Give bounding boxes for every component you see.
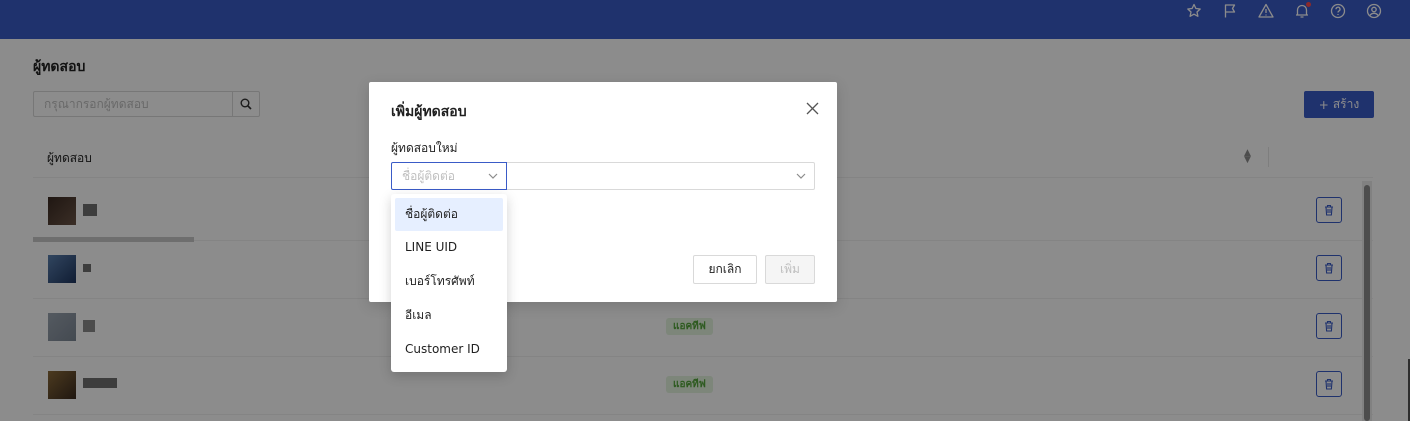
identifier-type-value: ชื่อผู้ติดต่อ — [402, 169, 455, 183]
dropdown-option-phone[interactable]: เบอร์โทรศัพท์ — [395, 265, 503, 298]
dropdown-option-line-uid[interactable]: LINE UID — [395, 231, 503, 264]
dropdown-option-contact-name[interactable]: ชื่อผู้ติดต่อ — [395, 198, 503, 231]
close-button[interactable] — [803, 99, 821, 117]
identifier-type-select[interactable]: ชื่อผู้ติดต่อ — [391, 162, 507, 190]
identifier-type-dropdown: ชื่อผู้ติดต่อ LINE UID เบอร์โทรศัพท์ อีเ… — [391, 194, 507, 372]
add-button[interactable]: เพิ่ม — [765, 255, 815, 284]
cancel-button[interactable]: ยกเลิก — [693, 255, 757, 284]
modal-title: เพิ่มผู้ทดสอบ — [391, 104, 467, 120]
new-tester-label: ผู้ทดสอบใหม่ — [391, 141, 458, 155]
chevron-down-icon — [488, 173, 498, 179]
tester-value-select[interactable] — [507, 162, 815, 190]
dropdown-option-customer-id[interactable]: Customer ID — [395, 333, 503, 366]
dropdown-option-email[interactable]: อีเมล — [395, 299, 503, 332]
close-icon — [806, 102, 818, 114]
chevron-down-icon — [796, 173, 806, 179]
